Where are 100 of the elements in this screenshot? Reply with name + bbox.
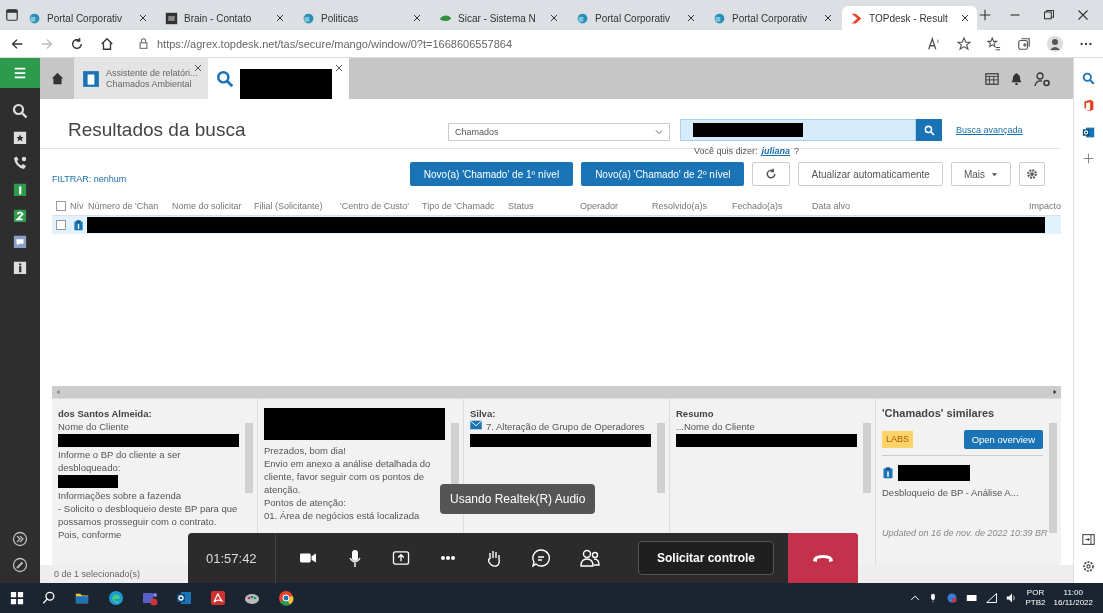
suggestion-link[interactable]: juliana xyxy=(761,146,791,156)
panel-scrollbar[interactable] xyxy=(657,423,665,493)
phone-person-icon[interactable] xyxy=(12,155,28,171)
raise-hand-icon[interactable] xyxy=(485,549,502,567)
column-header[interactable]: Número de 'Chan xyxy=(88,201,172,211)
pdf-reader-icon[interactable] xyxy=(210,590,226,606)
table-row[interactable] xyxy=(52,216,1061,234)
similar-ticket-title[interactable]: Desbloqueio de BP - Análise A... xyxy=(882,486,1043,499)
browser-tab[interactable]: TOPdesk - Result xyxy=(842,6,977,30)
column-header[interactable]: Resolvido(a)s xyxy=(652,201,732,211)
search-icon[interactable] xyxy=(12,103,28,119)
column-header[interactable]: Fechado(a)s xyxy=(732,201,812,211)
close-icon[interactable] xyxy=(687,14,695,22)
panel-scrollbar[interactable] xyxy=(1049,423,1057,533)
add-icon[interactable] xyxy=(1083,153,1094,164)
browser-tab[interactable]: Sicar - Sistema N xyxy=(431,6,566,30)
starred-card-icon[interactable] xyxy=(13,129,27,145)
column-header[interactable]: Status xyxy=(508,201,580,211)
more-button[interactable]: Mais xyxy=(950,162,1011,186)
close-icon[interactable] xyxy=(550,14,558,22)
chat-icon[interactable] xyxy=(531,549,550,567)
refresh-icon[interactable] xyxy=(70,36,84,51)
close-icon[interactable] xyxy=(413,14,421,22)
new-tab-icon[interactable] xyxy=(979,9,991,21)
close-icon[interactable] xyxy=(1077,9,1089,21)
clock-date[interactable]: 16/11/2022 xyxy=(1053,598,1093,608)
user-settings-icon[interactable] xyxy=(1033,70,1051,87)
teams-icon[interactable] xyxy=(142,590,158,606)
profile-avatar-icon[interactable] xyxy=(1047,35,1063,52)
panel-scrollbar[interactable] xyxy=(245,423,253,493)
bell-icon[interactable] xyxy=(1010,71,1023,86)
home-icon[interactable] xyxy=(100,36,114,51)
column-header[interactable]: Nome do solicitar xyxy=(172,201,254,211)
column-header[interactable]: Data alvo xyxy=(812,201,902,211)
browser-tab[interactable]: Brain - Contato xyxy=(157,6,292,30)
new-ticket-button[interactable]: Novo(a) 'Chamado' de 2º nível xyxy=(581,162,745,186)
category-select[interactable]: Chamados xyxy=(448,123,670,141)
chrome-icon[interactable] xyxy=(278,590,294,606)
menu-button[interactable] xyxy=(0,58,40,88)
column-header[interactable]: Operador xyxy=(580,201,652,211)
first-line-ticket-icon[interactable] xyxy=(13,181,27,197)
favorite-add-icon[interactable] xyxy=(957,36,971,51)
outlook-icon[interactable] xyxy=(1082,126,1095,139)
favorites-icon[interactable] xyxy=(987,36,1001,51)
search-button[interactable] xyxy=(916,119,942,141)
start-icon[interactable] xyxy=(10,591,24,605)
report-tab[interactable]: Assistente de relatóri... Chamados Ambiental xyxy=(74,58,208,99)
close-icon[interactable] xyxy=(276,14,284,22)
column-header[interactable]: Nív xyxy=(70,201,88,211)
scroll-right-icon[interactable] xyxy=(1052,389,1058,395)
wifi-icon[interactable] xyxy=(985,592,998,604)
outlook-icon[interactable] xyxy=(176,590,192,606)
folder-icon[interactable] xyxy=(74,591,90,605)
keyboard-layout[interactable]: PTB2 xyxy=(1025,598,1046,608)
volume-icon[interactable] xyxy=(1005,592,1018,604)
refresh-button[interactable] xyxy=(752,162,791,186)
horizontal-scrollbar[interactable] xyxy=(52,386,1061,398)
close-icon[interactable] xyxy=(335,64,343,72)
browser-tab[interactable]: Portal Corporativ xyxy=(568,6,703,30)
column-header[interactable]: 'Centro de Custo' xyxy=(340,201,422,211)
back-icon[interactable] xyxy=(10,36,24,51)
more-icon[interactable] xyxy=(439,555,456,561)
column-header[interactable]: Filial (Solicitante) xyxy=(254,201,340,211)
column-header[interactable]: Impacto xyxy=(902,201,1061,211)
battery-icon[interactable] xyxy=(965,592,978,604)
search-tab[interactable] xyxy=(208,58,349,99)
clock-time[interactable]: 11:00 xyxy=(1053,588,1093,598)
auto-refresh-button[interactable]: Atualizar automaticamente xyxy=(798,162,943,186)
close-icon[interactable] xyxy=(961,14,969,22)
select-all-checkbox[interactable] xyxy=(56,201,66,211)
mail-subject[interactable]: 7. Alteração de Grupo de Operadores xyxy=(486,420,645,433)
participants-icon[interactable] xyxy=(579,549,600,567)
pencil-icon[interactable] xyxy=(12,557,28,573)
search-field[interactable] xyxy=(680,119,916,141)
calendar-icon[interactable] xyxy=(984,71,1000,86)
open-overview-button[interactable]: Open overview xyxy=(963,430,1043,449)
restore-icon[interactable] xyxy=(1043,9,1055,21)
close-icon[interactable] xyxy=(139,14,147,22)
microphone-icon[interactable] xyxy=(347,549,362,567)
request-control-button[interactable]: Solicitar controle xyxy=(637,541,774,575)
expand-icon[interactable] xyxy=(12,531,28,547)
settings-button[interactable] xyxy=(1019,162,1045,186)
search-icon[interactable] xyxy=(42,591,56,605)
sidebar-toggle-icon[interactable] xyxy=(1082,533,1095,546)
edge-icon[interactable] xyxy=(108,590,124,606)
share-screen-icon[interactable] xyxy=(391,550,410,566)
settings-icon[interactable] xyxy=(1082,560,1095,573)
browser-tab[interactable]: Politicas xyxy=(294,6,429,30)
read-aloud-icon[interactable] xyxy=(927,36,941,51)
row-checkbox[interactable] xyxy=(56,220,66,230)
browser-tab[interactable]: Portal Corporativ xyxy=(20,6,155,30)
office-icon[interactable] xyxy=(1082,99,1095,112)
column-header[interactable]: Tipo de 'Chamadc xyxy=(422,201,508,211)
input-language[interactable]: POR xyxy=(1025,588,1046,598)
chat-card-icon[interactable] xyxy=(13,233,27,249)
tray-caret-icon[interactable] xyxy=(909,593,920,603)
tab-actions-icon[interactable] xyxy=(6,9,18,21)
browser-tab[interactable]: Portal Corporativ xyxy=(705,6,840,30)
advanced-search-link[interactable]: Busca avançada xyxy=(956,125,1023,135)
info-icon[interactable] xyxy=(13,259,27,275)
